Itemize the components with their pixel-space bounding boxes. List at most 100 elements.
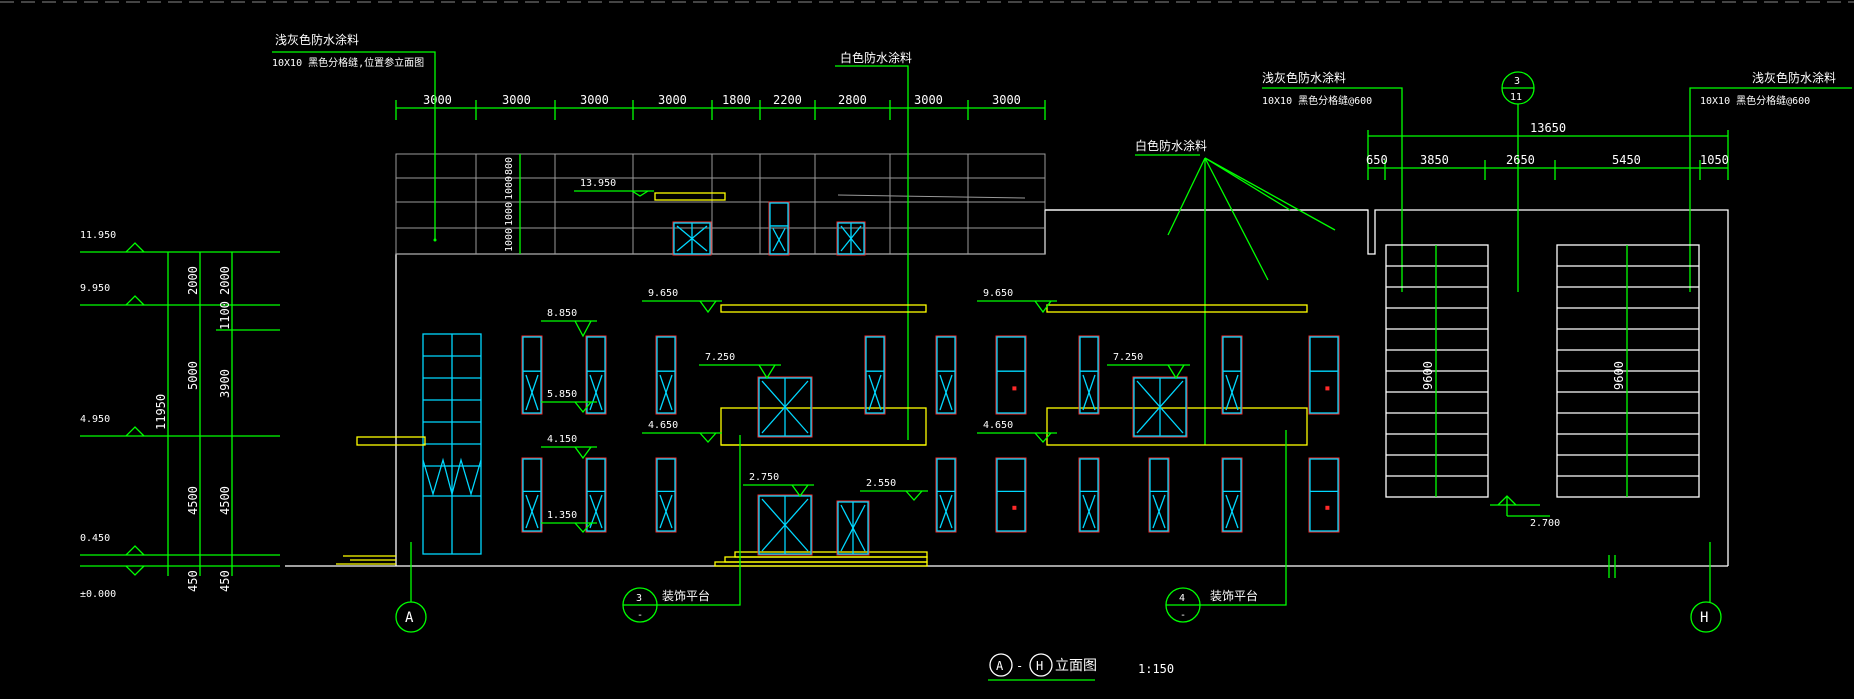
top-dim-2: 3000 (502, 93, 531, 107)
window-lower-5 (995, 457, 1027, 533)
vertical-dim-2: 9600 (1612, 361, 1626, 390)
window-upper-7 (1078, 335, 1100, 415)
left-dim-outer-1: 2000 (186, 266, 200, 295)
axis-bubble-a: A (395, 542, 427, 633)
left-canopy (356, 436, 426, 446)
level-4950: 4.950 (80, 414, 110, 425)
note1-line1: 浅灰色防水涂料 (275, 32, 359, 47)
drawing-title: A - H 立面图 1:150 (988, 653, 1174, 681)
note-leader-1 (272, 51, 437, 242)
right-dim-1: 650 (1366, 153, 1388, 167)
note4-text: 白色防水涂料 (1135, 138, 1207, 153)
window-lower-6 (1078, 457, 1100, 533)
level-text-l_9650_a: 9.650 (648, 288, 678, 299)
window-lower-7 (1148, 457, 1170, 533)
window-lower-9 (1308, 457, 1340, 533)
level-11950: 11.950 (80, 230, 116, 241)
level-mark-l_4150: 4.150 (541, 434, 597, 460)
top-dim-5: 1800 (722, 93, 751, 107)
right-dim-3: 2650 (1506, 153, 1535, 167)
window-lower-2 (585, 457, 607, 533)
svg-text:1000: 1000 (504, 228, 515, 252)
entrance-door-main (757, 494, 813, 556)
level-text-l_1350: 1.350 (547, 510, 577, 521)
level-text-roof_13950: 13.950 (580, 178, 616, 189)
level-text-l_5850: 5.850 (547, 389, 577, 400)
window-upper-4 (864, 335, 886, 415)
note2-text: 白色防水涂料 (840, 50, 912, 65)
window-lower-1 (521, 457, 543, 533)
svg-text:4: 4 (1179, 593, 1185, 604)
level-mark-l_2750: 2.750 (743, 472, 814, 498)
left-dim-outer-3: 4500 (186, 486, 200, 515)
svg-text:A: A (405, 610, 414, 626)
window-lower-8 (1221, 457, 1243, 533)
level-text-l_7250_a: 7.250 (705, 352, 735, 363)
level-mark-l_1350: 1.350 (541, 510, 597, 533)
level-mark-l_9650_b: 9.650 (977, 288, 1057, 314)
svg-text:A: A (996, 659, 1004, 673)
left-dim-inner-2: 1100 (218, 301, 232, 330)
level-9950: 9.950 (80, 283, 110, 294)
eave-band-right (1046, 304, 1308, 313)
svg-text:装饰平台: 装饰平台 (662, 588, 710, 603)
level-text-l_4650_a: 4.650 (648, 420, 678, 431)
top-dim-1: 3000 (423, 93, 452, 107)
entrance-steps (714, 551, 928, 567)
level-0000: ±0.000 (80, 589, 116, 600)
right-dim-5: 1050 (1700, 153, 1729, 167)
left-dim-inner-5: 450 (218, 570, 232, 592)
top-dim-9: 3000 (992, 93, 1021, 107)
note3-line2: 10X10 黑色分格缝@600 (1262, 94, 1372, 107)
level-mark-l_2550: 2.550 (860, 478, 928, 501)
level-text-l_7250_b: 7.250 (1113, 352, 1143, 363)
window-upper-3 (655, 335, 677, 415)
svg-text:800: 800 (504, 157, 515, 175)
level-2700: 2.700 (1530, 518, 1560, 529)
top-dim-6: 2200 (773, 93, 802, 107)
svg-text:1000: 1000 (504, 176, 515, 200)
top-dimension-chain (395, 100, 1046, 120)
left-dim-total: 11950 (154, 394, 168, 430)
left-dim-outer-4: 450 (186, 570, 200, 592)
svg-text:H: H (1700, 610, 1708, 626)
svg-text:1000: 1000 (504, 202, 515, 226)
balcony-door-left (757, 376, 813, 438)
note1-line2: 10X10 黑色分格缝,位置参立面图 (272, 56, 424, 69)
roof-canopy (654, 192, 726, 201)
window-upper-5 (935, 335, 957, 415)
svg-text:11: 11 (1510, 92, 1522, 103)
roof-door-left (672, 221, 712, 256)
svg-text:-: - (1016, 659, 1023, 673)
left-dim-outer-2: 5000 (186, 361, 200, 390)
level-mark-l_5850: 5.850 (541, 389, 597, 414)
vertical-dim-1: 9600 (1421, 361, 1435, 390)
right-dim-4: 5450 (1612, 153, 1641, 167)
roof-door-right (836, 221, 866, 256)
level-text-l_4150: 4.150 (547, 434, 577, 445)
svg-text:-: - (637, 610, 643, 621)
level-mark-l_8850: 8.850 (541, 308, 597, 338)
window-upper-1 (521, 335, 543, 415)
window-lower-4 (935, 457, 957, 533)
window-set (521, 201, 1340, 556)
level-text-l_2750: 2.750 (749, 472, 779, 483)
cad-viewport[interactable]: 3000 3000 3000 3000 1800 2200 2800 3000 … (0, 0, 1854, 695)
svg-text:1:150: 1:150 (1138, 662, 1174, 676)
top-dim-3: 3000 (580, 93, 609, 107)
window-upper-6 (995, 335, 1027, 415)
note5-line1: 浅灰色防水涂料 (1752, 70, 1836, 85)
parapet-dimensions: 800 1000 1000 1000 (504, 154, 521, 254)
level-mark-l_7250_b: 7.250 (1107, 352, 1190, 380)
elevation-drawing: 3000 3000 3000 3000 1800 2200 2800 3000 … (0, 1, 1854, 681)
level-text-l_9650_b: 9.650 (983, 288, 1013, 299)
svg-text:立面图: 立面图 (1055, 658, 1097, 674)
left-steps (336, 555, 396, 565)
svg-text:装饰平台: 装饰平台 (1210, 588, 1258, 603)
window-lower-3 (655, 457, 677, 533)
level-mark-l_9650_a: 9.650 (642, 288, 722, 314)
eave-band-left (720, 304, 927, 313)
top-dim-7: 2800 (838, 93, 867, 107)
level-mark-l_4650_b: 4.650 (977, 420, 1057, 443)
top-dim-4: 3000 (658, 93, 687, 107)
